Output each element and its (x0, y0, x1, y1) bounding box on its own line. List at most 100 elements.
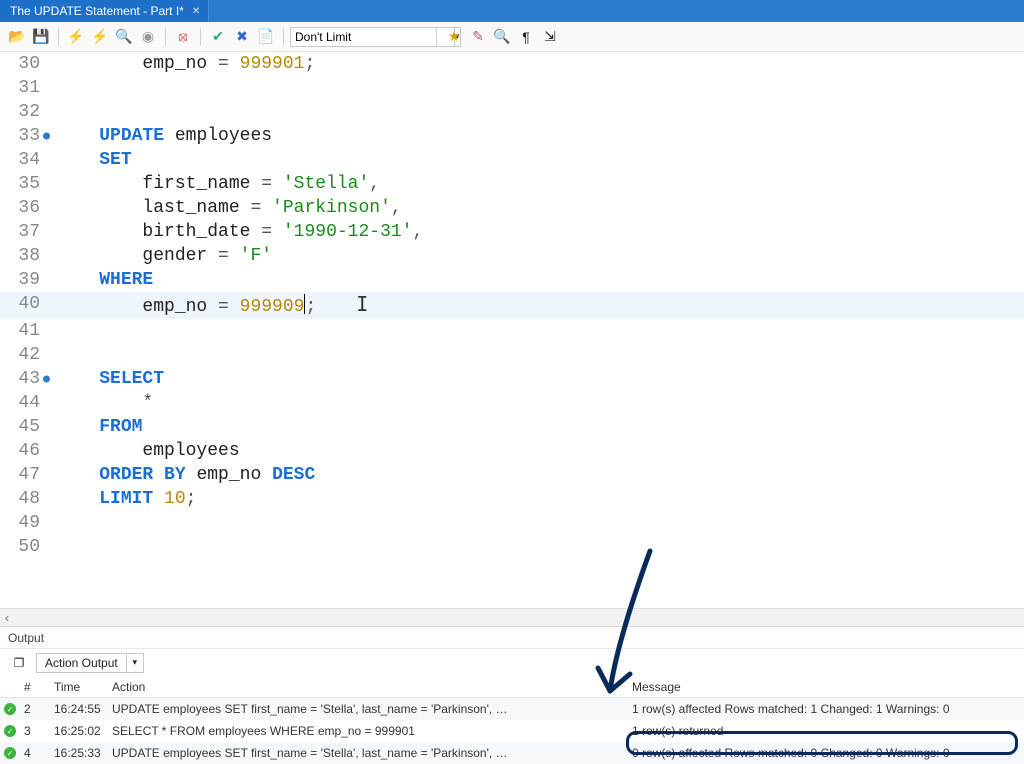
code-line[interactable]: 38 gender = 'F' (0, 244, 1024, 268)
code-text[interactable]: gender = 'F' (46, 244, 272, 268)
code-line[interactable]: 33 UPDATE employees (0, 124, 1024, 148)
separator (436, 28, 437, 46)
output-panel-label: Output (0, 626, 1024, 648)
code-line[interactable]: 45 FROM (0, 415, 1024, 439)
line-number: 40 (0, 292, 46, 319)
beautify-icon[interactable]: ✎ (467, 26, 489, 48)
ibeam-cursor-icon: I (356, 292, 368, 316)
output-mode-icon[interactable]: ❐ (8, 652, 30, 674)
explain-icon[interactable]: 🔍 (113, 26, 135, 48)
code-text[interactable]: SELECT (46, 367, 164, 391)
code-line[interactable]: 47 ORDER BY emp_no DESC (0, 463, 1024, 487)
output-row[interactable]: ✓416:25:33UPDATE employees SET first_nam… (0, 742, 1024, 764)
search-icon[interactable]: 🔍 (491, 26, 513, 48)
code-line[interactable]: 49 (0, 511, 1024, 535)
editor-tab[interactable]: The UPDATE Statement - Part I* ✕ (0, 0, 209, 22)
code-line[interactable]: 40 emp_no = 999909;I (0, 292, 1024, 319)
statement-marker-icon (43, 376, 50, 383)
execute-step-icon[interactable]: ⚡ (89, 26, 111, 48)
save-icon[interactable]: 💾 (30, 26, 52, 48)
code-text[interactable]: ORDER BY emp_no DESC (46, 463, 315, 487)
cell-num: 3 (20, 724, 50, 738)
line-number: 31 (0, 76, 46, 100)
code-line[interactable]: 43 SELECT (0, 367, 1024, 391)
line-number: 32 (0, 100, 46, 124)
wrap-icon[interactable]: ⇲ (539, 26, 561, 48)
code-text[interactable]: LIMIT 10; (46, 487, 196, 511)
code-text[interactable]: last_name = 'Parkinson', (46, 196, 402, 220)
favorite-icon[interactable]: ★ (443, 26, 465, 48)
code-text[interactable]: * (46, 391, 153, 415)
code-line[interactable]: 37 birth_date = '1990-12-31', (0, 220, 1024, 244)
line-number: 42 (0, 343, 46, 367)
code-text[interactable]: FROM (46, 415, 142, 439)
output-type-select[interactable]: Action Output ▾ (36, 653, 144, 673)
sql-editor[interactable]: 30 emp_no = 999901;313233 UPDATE employe… (0, 52, 1024, 608)
code-text[interactable]: emp_no = 999901; (46, 52, 315, 76)
row-limit-input[interactable] (290, 27, 455, 47)
col-message[interactable]: Message (628, 680, 1024, 694)
output-row[interactable]: ✓216:24:55UPDATE employees SET first_nam… (0, 698, 1024, 720)
line-number: 50 (0, 535, 46, 559)
code-text[interactable]: birth_date = '1990-12-31', (46, 220, 423, 244)
chevron-down-icon[interactable]: ▾ (126, 654, 143, 672)
open-icon[interactable]: 📂 (6, 26, 28, 48)
pilcrow-icon[interactable]: ¶ (515, 26, 537, 48)
code-line[interactable]: 32 (0, 100, 1024, 124)
toolbar: 📂 💾 ⚡ ⚡ 🔍 ◉ ⦻ ✔ ✖ 📄 ▾ ★ ✎ 🔍 ¶ ⇲ (0, 22, 1024, 52)
code-line[interactable]: 35 first_name = 'Stella', (0, 172, 1024, 196)
code-text[interactable] (46, 100, 56, 124)
code-line[interactable]: 31 (0, 76, 1024, 100)
code-text[interactable]: SET (46, 148, 132, 172)
check-icon[interactable]: ✔ (207, 26, 229, 48)
code-text[interactable] (46, 319, 56, 343)
code-line[interactable]: 39 WHERE (0, 268, 1024, 292)
code-line[interactable]: 36 last_name = 'Parkinson', (0, 196, 1024, 220)
tab-title: The UPDATE Statement - Part I* (10, 4, 184, 18)
output-row[interactable]: ✓316:25:02SELECT * FROM employees WHERE … (0, 720, 1024, 742)
commit-icon[interactable]: ⦻ (172, 26, 194, 48)
line-number: 37 (0, 220, 46, 244)
scroll-left-icon[interactable]: ‹ (0, 611, 14, 625)
horizontal-scrollbar[interactable]: ‹ (0, 608, 1024, 626)
code-line[interactable]: 50 (0, 535, 1024, 559)
code-line[interactable]: 44 * (0, 391, 1024, 415)
code-text[interactable]: UPDATE employees (46, 124, 272, 148)
code-text[interactable] (46, 343, 56, 367)
code-line[interactable]: 48 LIMIT 10; (0, 487, 1024, 511)
line-number: 49 (0, 511, 46, 535)
col-num[interactable]: # (20, 680, 50, 694)
row-limit-select[interactable]: ▾ (290, 27, 430, 47)
close-icon[interactable]: ✕ (192, 6, 200, 17)
code-line[interactable]: 30 emp_no = 999901; (0, 52, 1024, 76)
settings-icon[interactable]: 📄 (255, 26, 277, 48)
code-text[interactable]: first_name = 'Stella', (46, 172, 380, 196)
col-time[interactable]: Time (50, 680, 108, 694)
stop-icon[interactable]: ◉ (137, 26, 159, 48)
code-text[interactable] (46, 535, 56, 559)
line-number: 43 (0, 367, 46, 391)
line-number: 30 (0, 52, 46, 76)
code-line[interactable]: 41 (0, 319, 1024, 343)
code-text[interactable]: emp_no = 999909;I (46, 292, 368, 319)
code-line[interactable]: 34 SET (0, 148, 1024, 172)
success-icon: ✓ (4, 703, 16, 715)
output-grid: # Time Action Message ✓216:24:55UPDATE e… (0, 676, 1024, 764)
line-number: 35 (0, 172, 46, 196)
line-number: 36 (0, 196, 46, 220)
cancel-icon[interactable]: ✖ (231, 26, 253, 48)
output-toolbar: ❐ Action Output ▾ (0, 648, 1024, 676)
line-number: 39 (0, 268, 46, 292)
code-text[interactable]: employees (46, 439, 240, 463)
line-number: 34 (0, 148, 46, 172)
col-action[interactable]: Action (108, 680, 628, 694)
code-text[interactable]: WHERE (46, 268, 153, 292)
execute-icon[interactable]: ⚡ (65, 26, 87, 48)
code-line[interactable]: 42 (0, 343, 1024, 367)
code-text[interactable] (46, 76, 56, 100)
line-number: 46 (0, 439, 46, 463)
cell-message: 1 row(s) affected Rows matched: 1 Change… (628, 702, 1024, 716)
cell-action: UPDATE employees SET first_name = 'Stell… (108, 746, 628, 760)
code-text[interactable] (46, 511, 56, 535)
code-line[interactable]: 46 employees (0, 439, 1024, 463)
